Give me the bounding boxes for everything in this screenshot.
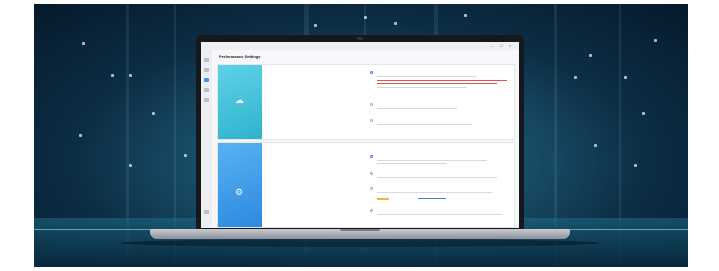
- radio-selected[interactable]: [370, 155, 373, 158]
- warning-text: [377, 83, 497, 84]
- light-dot: [589, 54, 592, 57]
- apps-icon[interactable]: [204, 98, 209, 102]
- section-card: ⚙: [217, 142, 515, 228]
- option-text: [377, 214, 502, 215]
- light-dot: [129, 74, 132, 77]
- option-text: [377, 163, 447, 164]
- light-dot: [152, 112, 155, 115]
- option-row[interactable]: [370, 71, 508, 99]
- sidebar: [201, 50, 212, 228]
- page-title: Performance Settings: [219, 54, 261, 59]
- warning-text: [377, 80, 507, 81]
- option-text: [377, 87, 467, 88]
- radio-selected[interactable]: [370, 71, 373, 74]
- section-hero: ⚙: [218, 143, 262, 227]
- option-text: [377, 160, 487, 161]
- light-dot: [82, 42, 85, 45]
- settings-icon[interactable]: [204, 78, 209, 82]
- cloud-icon: ☁: [235, 95, 244, 105]
- light-dot: [184, 154, 187, 157]
- radio-unselected[interactable]: [370, 103, 373, 106]
- option-row[interactable]: [370, 103, 508, 115]
- title-bar: – □ ×: [201, 42, 519, 50]
- light-dot: [464, 14, 467, 17]
- slider-fill[interactable]: [377, 198, 389, 200]
- option-text: [377, 124, 472, 125]
- option-text: [377, 76, 477, 77]
- app-window: – □ × Performance Settings ☁ ⚙: [201, 42, 519, 228]
- cloud-icon[interactable]: [204, 68, 209, 72]
- laptop-base: [150, 229, 570, 239]
- light-dot: [364, 16, 367, 19]
- light-dot: [111, 74, 114, 77]
- profile-icon[interactable]: [204, 88, 209, 92]
- option-row[interactable]: [370, 187, 508, 205]
- slider-track[interactable]: [418, 198, 446, 199]
- light-dot: [394, 22, 397, 25]
- light-dot: [642, 112, 645, 115]
- option-text: [377, 177, 497, 178]
- option-row[interactable]: [370, 155, 508, 169]
- option-row[interactable]: [370, 172, 508, 184]
- light-dot: [79, 134, 82, 137]
- help-icon[interactable]: [204, 210, 209, 214]
- radio-unselected[interactable]: [370, 187, 373, 190]
- option-text: [377, 192, 492, 193]
- laptop-shadow: [120, 239, 600, 247]
- section-card: ☁: [217, 64, 515, 140]
- radio-unselected[interactable]: [370, 209, 373, 212]
- light-dot: [634, 164, 637, 167]
- light-dot: [594, 144, 597, 147]
- light-dot: [574, 76, 577, 79]
- option-row[interactable]: [370, 119, 508, 131]
- radio-unselected[interactable]: [370, 172, 373, 175]
- minimize-button[interactable]: –: [491, 43, 493, 48]
- home-icon[interactable]: [204, 58, 209, 62]
- light-dot: [314, 24, 317, 27]
- option-row[interactable]: [370, 209, 508, 221]
- maximize-button[interactable]: □: [500, 43, 502, 48]
- section-hero: ☁: [218, 65, 262, 139]
- light-dot: [654, 39, 657, 42]
- laptop-notch: [340, 229, 380, 231]
- radio-unselected[interactable]: [370, 119, 373, 122]
- light-dot: [129, 164, 132, 167]
- option-text: [377, 108, 457, 109]
- light-dot: [624, 76, 627, 79]
- webcam: [357, 37, 363, 40]
- gear-icon: ⚙: [235, 187, 244, 197]
- close-button[interactable]: ×: [509, 43, 511, 48]
- laptop-screen: – □ × Performance Settings ☁ ⚙: [196, 35, 524, 229]
